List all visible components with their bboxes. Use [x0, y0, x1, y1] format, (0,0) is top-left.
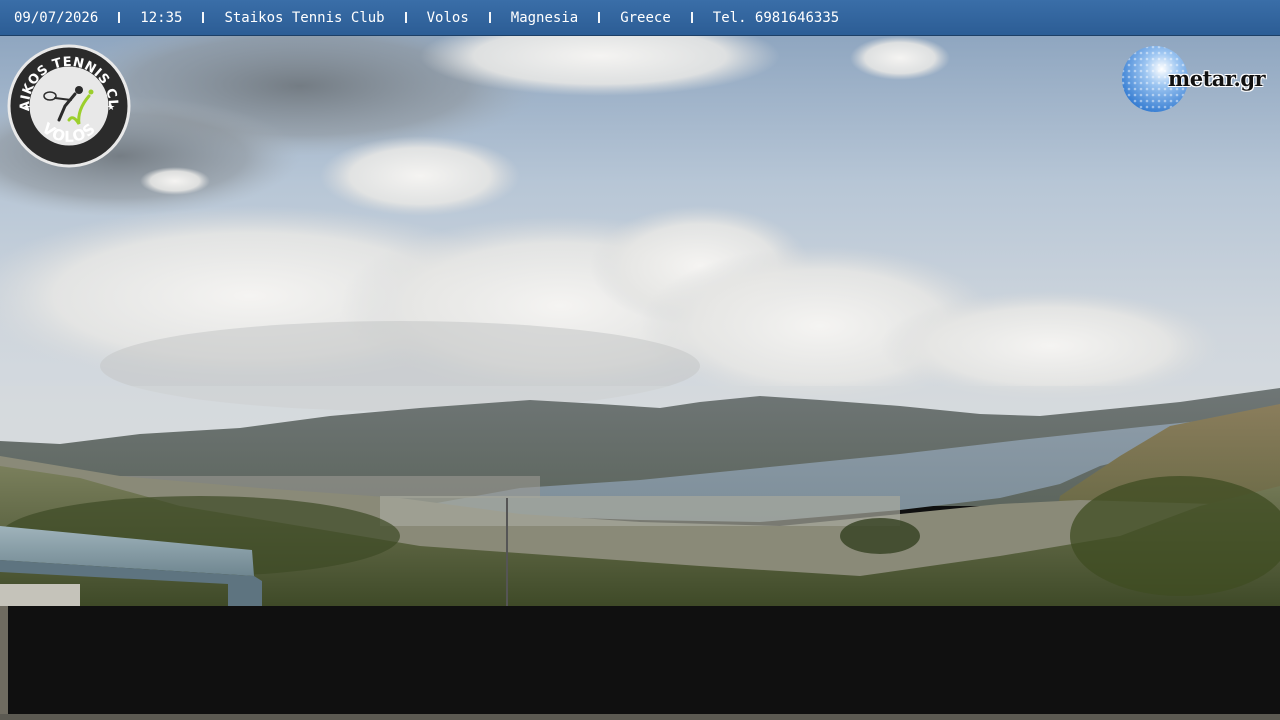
info-bar: 09/07/2026 12:35 Staikos Tennis Club Vol… [0, 0, 1280, 36]
region-label: Magnesia [510, 9, 579, 26]
separator [488, 12, 491, 23]
cloud [320, 136, 520, 216]
separator [202, 12, 205, 23]
frame-edge [0, 714, 1280, 720]
separator [598, 12, 601, 23]
svg-text:★: ★ [107, 103, 115, 113]
club-logo: STAIKOS TENNIS CLUB VOLOS ★ ★ [1, 33, 131, 168]
time-label: 12:35 [140, 9, 183, 26]
cumulus-cloud [880, 291, 1220, 401]
metar-logo: metar.gr [1122, 44, 1272, 114]
town-buildings [380, 496, 900, 526]
tree-cluster [1070, 476, 1280, 596]
metar-logo-text: metar.gr [1168, 66, 1266, 91]
city-label: Volos [426, 9, 469, 26]
svg-text:★: ★ [23, 103, 31, 113]
webcam-frame: 09/07/2026 12:35 Staikos Tennis Club Vol… [0, 0, 1280, 720]
ground-pavement [0, 584, 80, 606]
black-overlay-panel [8, 606, 1280, 714]
date-label: 09/07/2026 [14, 9, 99, 26]
frame-edge [0, 606, 8, 720]
tree-cluster [840, 518, 920, 554]
separator [404, 12, 407, 23]
country-label: Greece [620, 9, 671, 26]
separator [118, 12, 121, 23]
separator [690, 12, 693, 23]
club-name-label: Staikos Tennis Club [224, 9, 385, 26]
cloud [140, 167, 210, 195]
phone-label: Tel. 6981646335 [712, 9, 840, 26]
cloud [850, 36, 950, 80]
utility-pole [506, 498, 508, 608]
